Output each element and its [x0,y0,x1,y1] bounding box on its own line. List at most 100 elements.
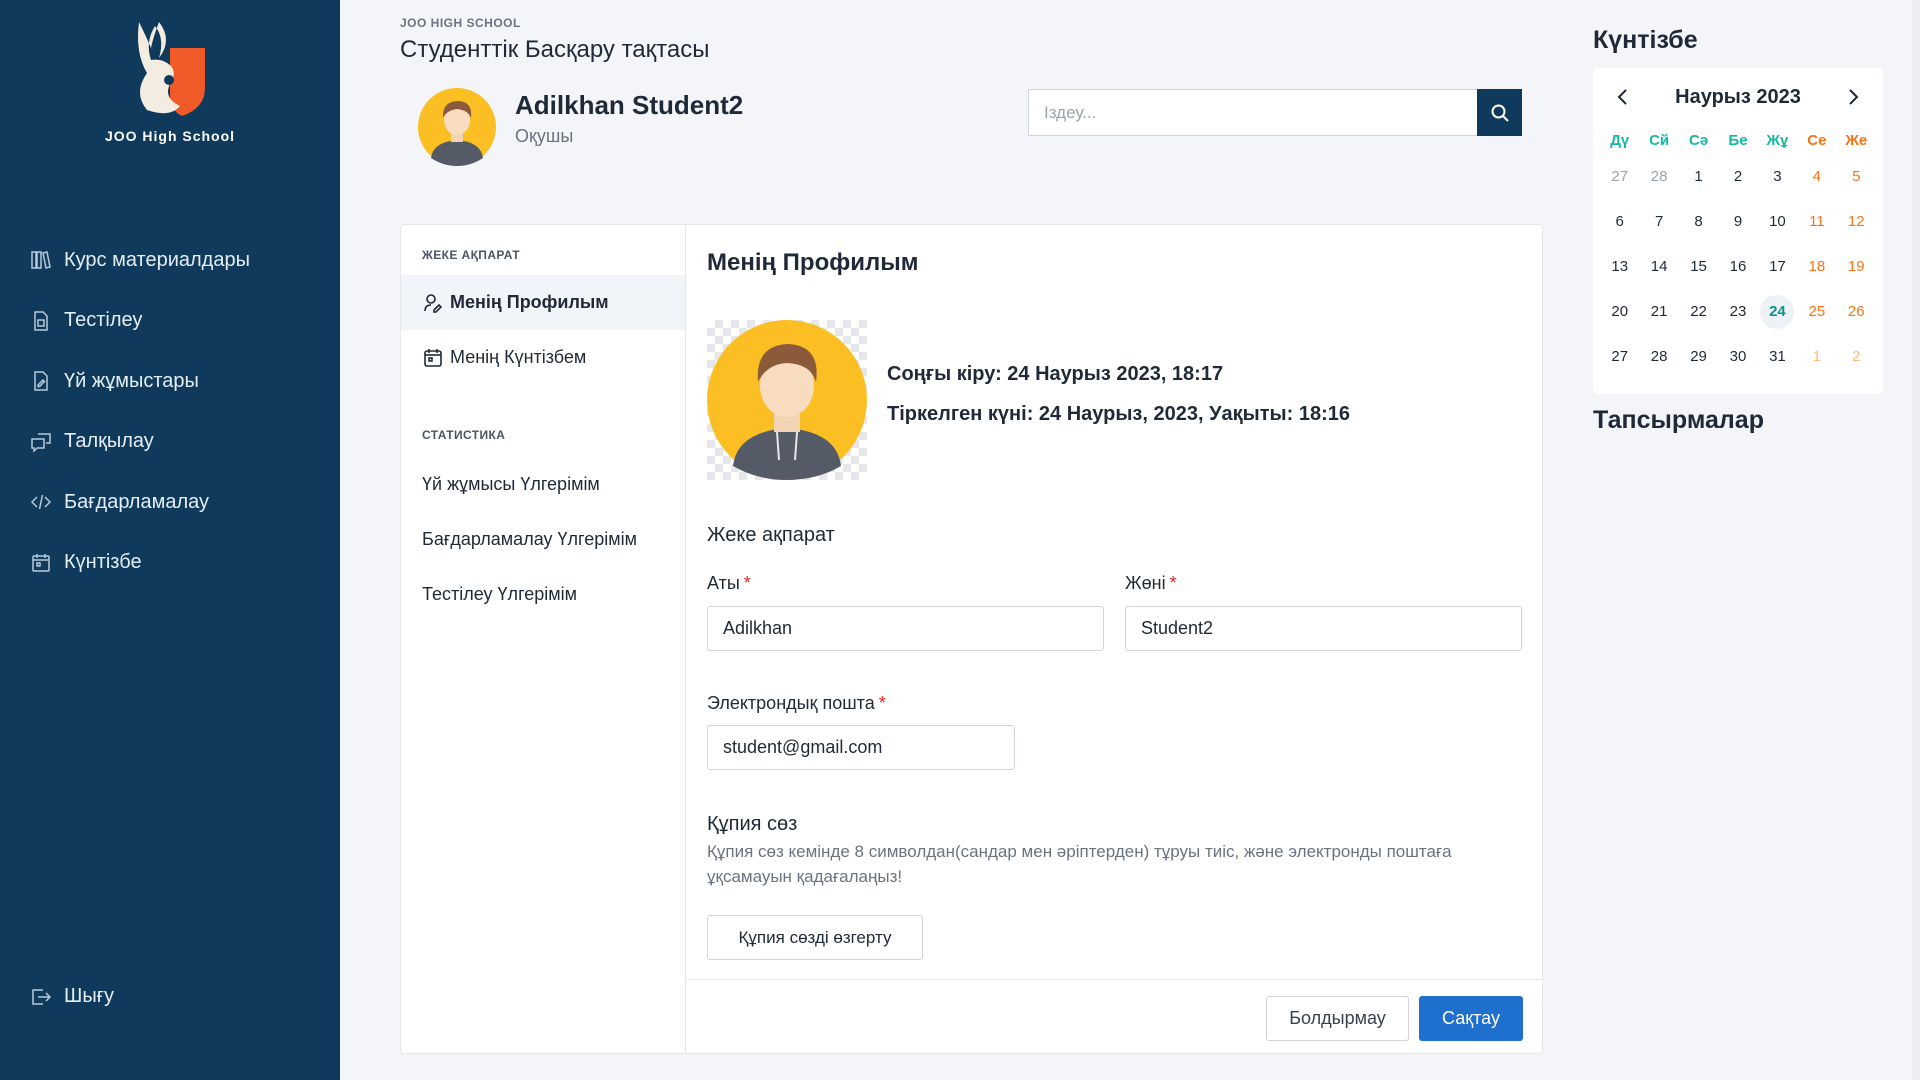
calendar-day[interactable]: 27 [1600,334,1639,379]
change-password-button[interactable]: Құпия сөзді өзгерту [707,915,923,960]
calendar-day-number: 20 [1611,303,1629,320]
last-name-label-text: Жөні [1125,573,1166,593]
calendar-day[interactable]: 29 [1679,334,1718,379]
calendar-day-number: 10 [1769,213,1786,230]
avatar[interactable] [418,88,496,166]
calendar-day[interactable]: 15 [1679,244,1718,289]
calendar-day[interactable]: 13 [1600,244,1639,289]
sidebar-item-discussion[interactable]: Талқылау [30,412,250,473]
calendar-day-number: 11 [1809,213,1825,230]
calendar-day[interactable]: 30 [1718,334,1757,379]
calendar-day[interactable]: 2 [1837,334,1876,379]
calendar-day[interactable]: 28 [1639,154,1678,199]
sidebar-item-label: Бағдарламалау [64,490,210,513]
calendar-weekday: Се [1807,131,1827,149]
calendar-day[interactable]: 5 [1837,154,1876,199]
calendar-weekday: Сй [1649,131,1670,149]
last-name-field[interactable] [1125,606,1522,651]
calendar-weekday: Бе [1728,131,1748,149]
calendar-day[interactable]: 31 [1758,334,1797,379]
subnav-item-profile[interactable]: Менің Профилым [401,275,685,330]
subnav-section-stats: СТАТИСТИКА [422,428,506,442]
calendar-day[interactable]: 3 [1758,154,1797,199]
calendar-day-number: 28 [1650,348,1668,365]
calendar-day[interactable]: 21 [1639,289,1678,334]
first-name-field[interactable] [707,606,1104,651]
calendar-weekday: Сә [1688,131,1709,149]
required-mark: * [743,573,751,593]
subnav-item-homework-progress[interactable]: Үй жұмысы Үлгерімім [401,457,685,512]
profile-subnav: ЖЕКЕ АҚПАРАТ Менің Профилым Менің Күнтіз… [401,225,686,1053]
required-mark: * [878,693,886,713]
calendar-day[interactable]: 12 [1837,199,1876,244]
calendar-day-number: 22 [1690,303,1707,320]
scrollbar[interactable] [1912,0,1920,1080]
sidebar-item-course-materials[interactable]: Курс материалдары [30,230,250,291]
calendar-day[interactable]: 16 [1718,244,1757,289]
calendar-day[interactable]: 18 [1797,244,1836,289]
calendar-day-number: 7 [1654,213,1664,230]
cancel-button[interactable]: Болдырмау [1266,996,1409,1041]
calendar-day-number: 1 [1694,168,1703,185]
calendar-day[interactable]: 4 [1797,154,1836,199]
calendar-day[interactable]: 1 [1797,334,1836,379]
sidebar-item-label: Үй жұмыстары [64,369,199,392]
subnav-item-programming-progress[interactable]: Бағдарламалау Үлгерімім [401,512,685,567]
calendar-day-number: 4 [1812,168,1822,185]
search-input[interactable] [1028,89,1477,136]
calendar-day[interactable]: 26 [1837,289,1876,334]
calendar-day-number: 1 [1812,348,1822,365]
calendar-day-number: 31 [1769,348,1786,365]
sidebar-item-label: Күнтізбе [64,551,142,574]
calendar-weekday: Дү [1610,131,1630,149]
calendar-day[interactable]: 9 [1718,199,1757,244]
code-icon [30,491,52,513]
sidebar-item-programming[interactable]: Бағдарламалау [30,472,250,533]
calendar-day-number: 14 [1650,258,1668,275]
email-field[interactable] [707,725,1015,770]
subnav-item-calendar[interactable]: Менің Күнтізбем [401,330,685,385]
calendar-day[interactable]: 27 [1600,154,1639,199]
last-name-label: Жөні * [1125,573,1177,594]
calendar-day-number: 8 [1694,213,1703,230]
search-icon [1491,104,1509,122]
calendar-day-number: 13 [1611,258,1629,275]
calendar-day[interactable]: 19 [1837,244,1876,289]
calendar-day-number: 2 [1733,168,1743,185]
calendar-day[interactable]: 1 [1679,154,1718,199]
calendar-day[interactable]: 11 [1797,199,1836,244]
calendar-day[interactable]: 28 [1639,334,1678,379]
calendar-day[interactable]: 22 [1679,289,1718,334]
sidebar-nav: Курс материалдары Тестілеу Үй жұмыстары … [30,230,250,593]
subnav-item-testing-progress[interactable]: Тестілеу Үлгерімім [401,567,685,622]
calendar-day[interactable]: 17 [1758,244,1797,289]
calendar-weekday: Же [1845,131,1868,149]
search-button[interactable] [1477,89,1522,136]
calendar-day[interactable]: 7 [1639,199,1678,244]
profile-photo[interactable] [707,320,867,480]
calendar-day[interactable]: 25 [1797,289,1836,334]
calendar-day[interactable]: 14 [1639,244,1678,289]
logo[interactable]: JOO High School [0,18,340,144]
calendar-day-today[interactable]: 24 [1758,289,1797,334]
calendar-day-number: 28 [1650,168,1668,185]
calendar-day-number: 27 [1611,348,1629,365]
calendar-day[interactable]: 6 [1600,199,1639,244]
sidebar-item-testing[interactable]: Тестілеу [30,291,250,352]
calendar-day-number: 16 [1729,258,1747,275]
calendar-next-button[interactable] [1838,82,1868,112]
profile-card: ЖЕКЕ АҚПАРАТ Менің Профилым Менің Күнтіз… [400,224,1543,1054]
calendar-day[interactable]: 23 [1718,289,1757,334]
user-name: Adilkhan Student2 [515,90,744,120]
logout-button[interactable]: Шығу [30,985,114,1008]
sidebar-item-calendar[interactable]: Күнтізбе [30,533,250,594]
save-button[interactable]: Сақтау [1419,996,1523,1041]
sidebar-item-homework[interactable]: Үй жұмыстары [30,351,250,412]
user-role: Оқушы [515,126,574,146]
subnav-item-label: Менің Профилым [450,292,609,312]
calendar-day[interactable]: 10 [1758,199,1797,244]
calendar-day[interactable]: 8 [1679,199,1718,244]
calendar-day[interactable]: 20 [1600,289,1639,334]
calendar-day-number: 9 [1733,213,1743,230]
calendar-day[interactable]: 2 [1718,154,1757,199]
